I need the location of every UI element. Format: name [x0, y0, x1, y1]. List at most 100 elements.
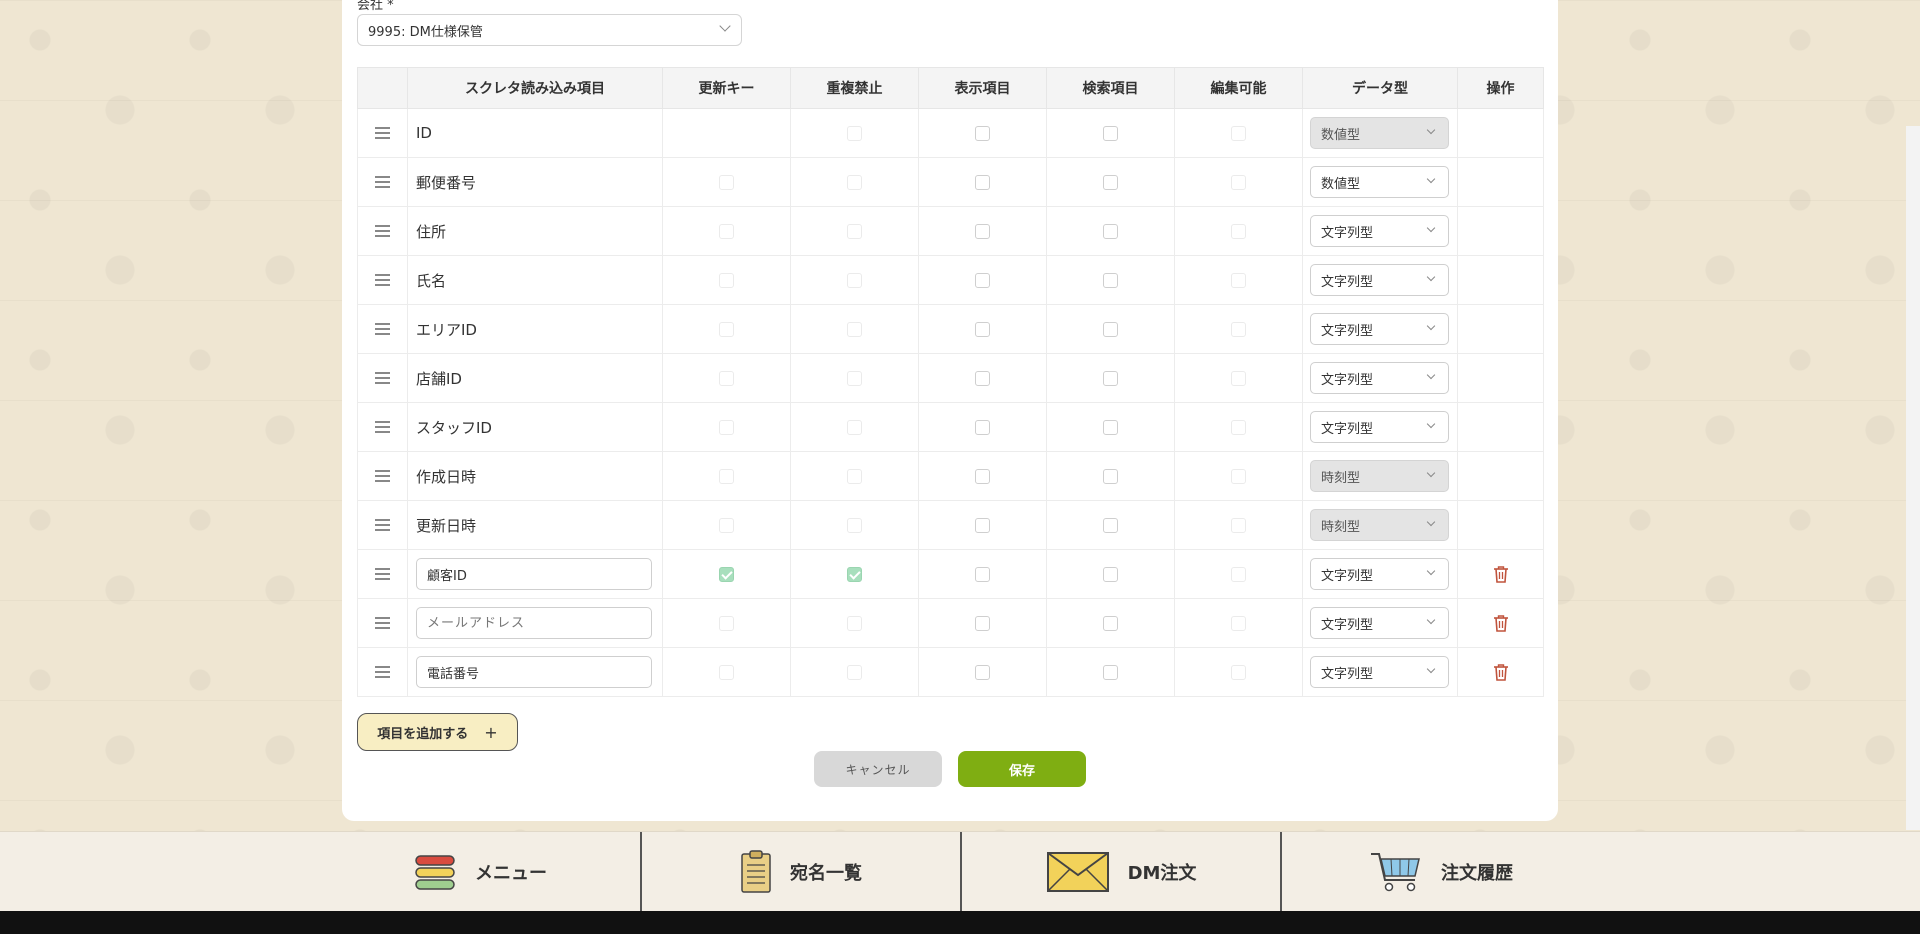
no-duplicate-checkbox[interactable] [847, 321, 862, 337]
editable-checkbox[interactable] [1231, 664, 1246, 680]
update-key-checkbox[interactable] [719, 370, 734, 386]
editable-checkbox[interactable] [1231, 566, 1246, 582]
search-checkbox[interactable] [1103, 223, 1118, 239]
drag-handle-icon[interactable] [375, 127, 390, 139]
drag-handle-icon[interactable] [375, 225, 390, 237]
no-duplicate-checkbox[interactable] [847, 272, 862, 288]
nav-dm-order[interactable]: DM注文 [960, 832, 1280, 911]
update-key-checkbox[interactable] [719, 223, 734, 239]
search-checkbox[interactable] [1103, 174, 1118, 190]
no-duplicate-checkbox[interactable] [847, 517, 862, 533]
trash-icon[interactable] [1493, 663, 1509, 681]
no-duplicate-checkbox[interactable] [847, 370, 862, 386]
display-checkbox[interactable] [975, 321, 990, 337]
row-name-input[interactable] [416, 607, 652, 639]
drag-handle-icon[interactable] [375, 470, 390, 482]
update-key-checkbox[interactable] [719, 419, 734, 435]
display-checkbox[interactable] [975, 272, 990, 288]
editable-checkbox[interactable] [1231, 419, 1246, 435]
cancel-button[interactable]: キャンセル [814, 751, 942, 787]
no-duplicate-checkbox[interactable] [847, 419, 862, 435]
editable-checkbox[interactable] [1231, 125, 1246, 141]
search-checkbox[interactable] [1103, 321, 1118, 337]
no-duplicate-checkbox[interactable] [847, 615, 862, 631]
editable-checkbox[interactable] [1231, 272, 1246, 288]
display-checkbox[interactable] [975, 615, 990, 631]
search-checkbox[interactable] [1103, 125, 1118, 141]
update-key-checkbox[interactable] [719, 664, 734, 680]
editable-checkbox[interactable] [1231, 615, 1246, 631]
display-checkbox[interactable] [975, 517, 990, 533]
display-checkbox[interactable] [975, 566, 990, 582]
data-type-select[interactable]: 文字列型 [1310, 656, 1449, 688]
nav-address-list[interactable]: 宛名一覧 [640, 832, 960, 911]
display-checkbox[interactable] [975, 468, 990, 484]
data-type-select[interactable]: 文字列型 [1310, 215, 1449, 247]
drag-handle-icon[interactable] [375, 617, 390, 629]
update-key-checkbox[interactable] [719, 517, 734, 533]
update-key-checkbox[interactable] [719, 615, 734, 631]
company-select[interactable]: 9995: DM仕様保管 [357, 14, 742, 46]
editable-checkbox[interactable] [1231, 223, 1246, 239]
drag-handle-icon[interactable] [375, 568, 390, 580]
trash-icon[interactable] [1493, 614, 1509, 632]
update-key-checkbox[interactable] [719, 321, 734, 337]
no-duplicate-checkbox[interactable] [847, 566, 862, 582]
row-name-input[interactable] [416, 656, 652, 688]
display-checkbox[interactable] [975, 125, 990, 141]
row-op-cell [1457, 549, 1544, 599]
search-checkbox[interactable] [1103, 664, 1118, 680]
search-checkbox[interactable] [1103, 566, 1118, 582]
save-button[interactable]: 保存 [958, 751, 1086, 787]
data-type-select[interactable]: 文字列型 [1310, 362, 1449, 394]
search-checkbox[interactable] [1103, 419, 1118, 435]
search-checkbox[interactable] [1103, 272, 1118, 288]
data-type-select[interactable]: 文字列型 [1310, 264, 1449, 296]
drag-handle-icon[interactable] [375, 176, 390, 188]
trash-icon[interactable] [1493, 565, 1509, 583]
drag-handle-icon[interactable] [375, 421, 390, 433]
no-duplicate-checkbox[interactable] [847, 468, 862, 484]
row-editable-cell [1174, 157, 1303, 207]
display-checkbox[interactable] [975, 664, 990, 680]
display-checkbox[interactable] [975, 223, 990, 239]
search-checkbox[interactable] [1103, 370, 1118, 386]
display-checkbox[interactable] [975, 419, 990, 435]
search-checkbox[interactable] [1103, 517, 1118, 533]
search-checkbox[interactable] [1103, 468, 1118, 484]
editable-checkbox[interactable] [1231, 174, 1246, 190]
update-key-checkbox[interactable] [719, 272, 734, 288]
update-key-checkbox[interactable] [719, 468, 734, 484]
row-no-duplicate-cell [790, 353, 919, 403]
add-item-button[interactable]: 項目を追加する + [357, 713, 518, 751]
update-key-checkbox[interactable] [719, 174, 734, 190]
editable-checkbox[interactable] [1231, 321, 1246, 337]
no-duplicate-checkbox[interactable] [847, 664, 862, 680]
row-name-input[interactable] [416, 558, 652, 590]
display-checkbox[interactable] [975, 370, 990, 386]
update-key-checkbox[interactable] [719, 566, 734, 582]
drag-handle-icon[interactable] [375, 274, 390, 286]
drag-handle-icon[interactable] [375, 666, 390, 678]
editable-checkbox[interactable] [1231, 517, 1246, 533]
company-select-value: 9995: DM仕様保管 [368, 24, 483, 40]
search-checkbox[interactable] [1103, 615, 1118, 631]
no-duplicate-checkbox[interactable] [847, 125, 862, 141]
data-type-select[interactable]: 文字列型 [1310, 558, 1449, 590]
data-type-select[interactable]: 数値型 [1310, 166, 1449, 198]
data-type-select[interactable]: 文字列型 [1310, 607, 1449, 639]
data-type-select[interactable]: 文字列型 [1310, 411, 1449, 443]
drag-handle-icon[interactable] [375, 323, 390, 335]
nav-order-history[interactable]: 注文履歴 [1280, 832, 1600, 911]
editable-checkbox[interactable] [1231, 468, 1246, 484]
editable-checkbox[interactable] [1231, 370, 1246, 386]
scrollbar[interactable] [1906, 126, 1920, 830]
data-type-select[interactable]: 文字列型 [1310, 313, 1449, 345]
no-duplicate-checkbox[interactable] [847, 174, 862, 190]
display-checkbox[interactable] [975, 174, 990, 190]
drag-handle-icon[interactable] [375, 372, 390, 384]
row-op-cell [1457, 647, 1544, 697]
no-duplicate-checkbox[interactable] [847, 223, 862, 239]
nav-menu[interactable]: メニュー [320, 832, 640, 911]
drag-handle-icon[interactable] [375, 519, 390, 531]
